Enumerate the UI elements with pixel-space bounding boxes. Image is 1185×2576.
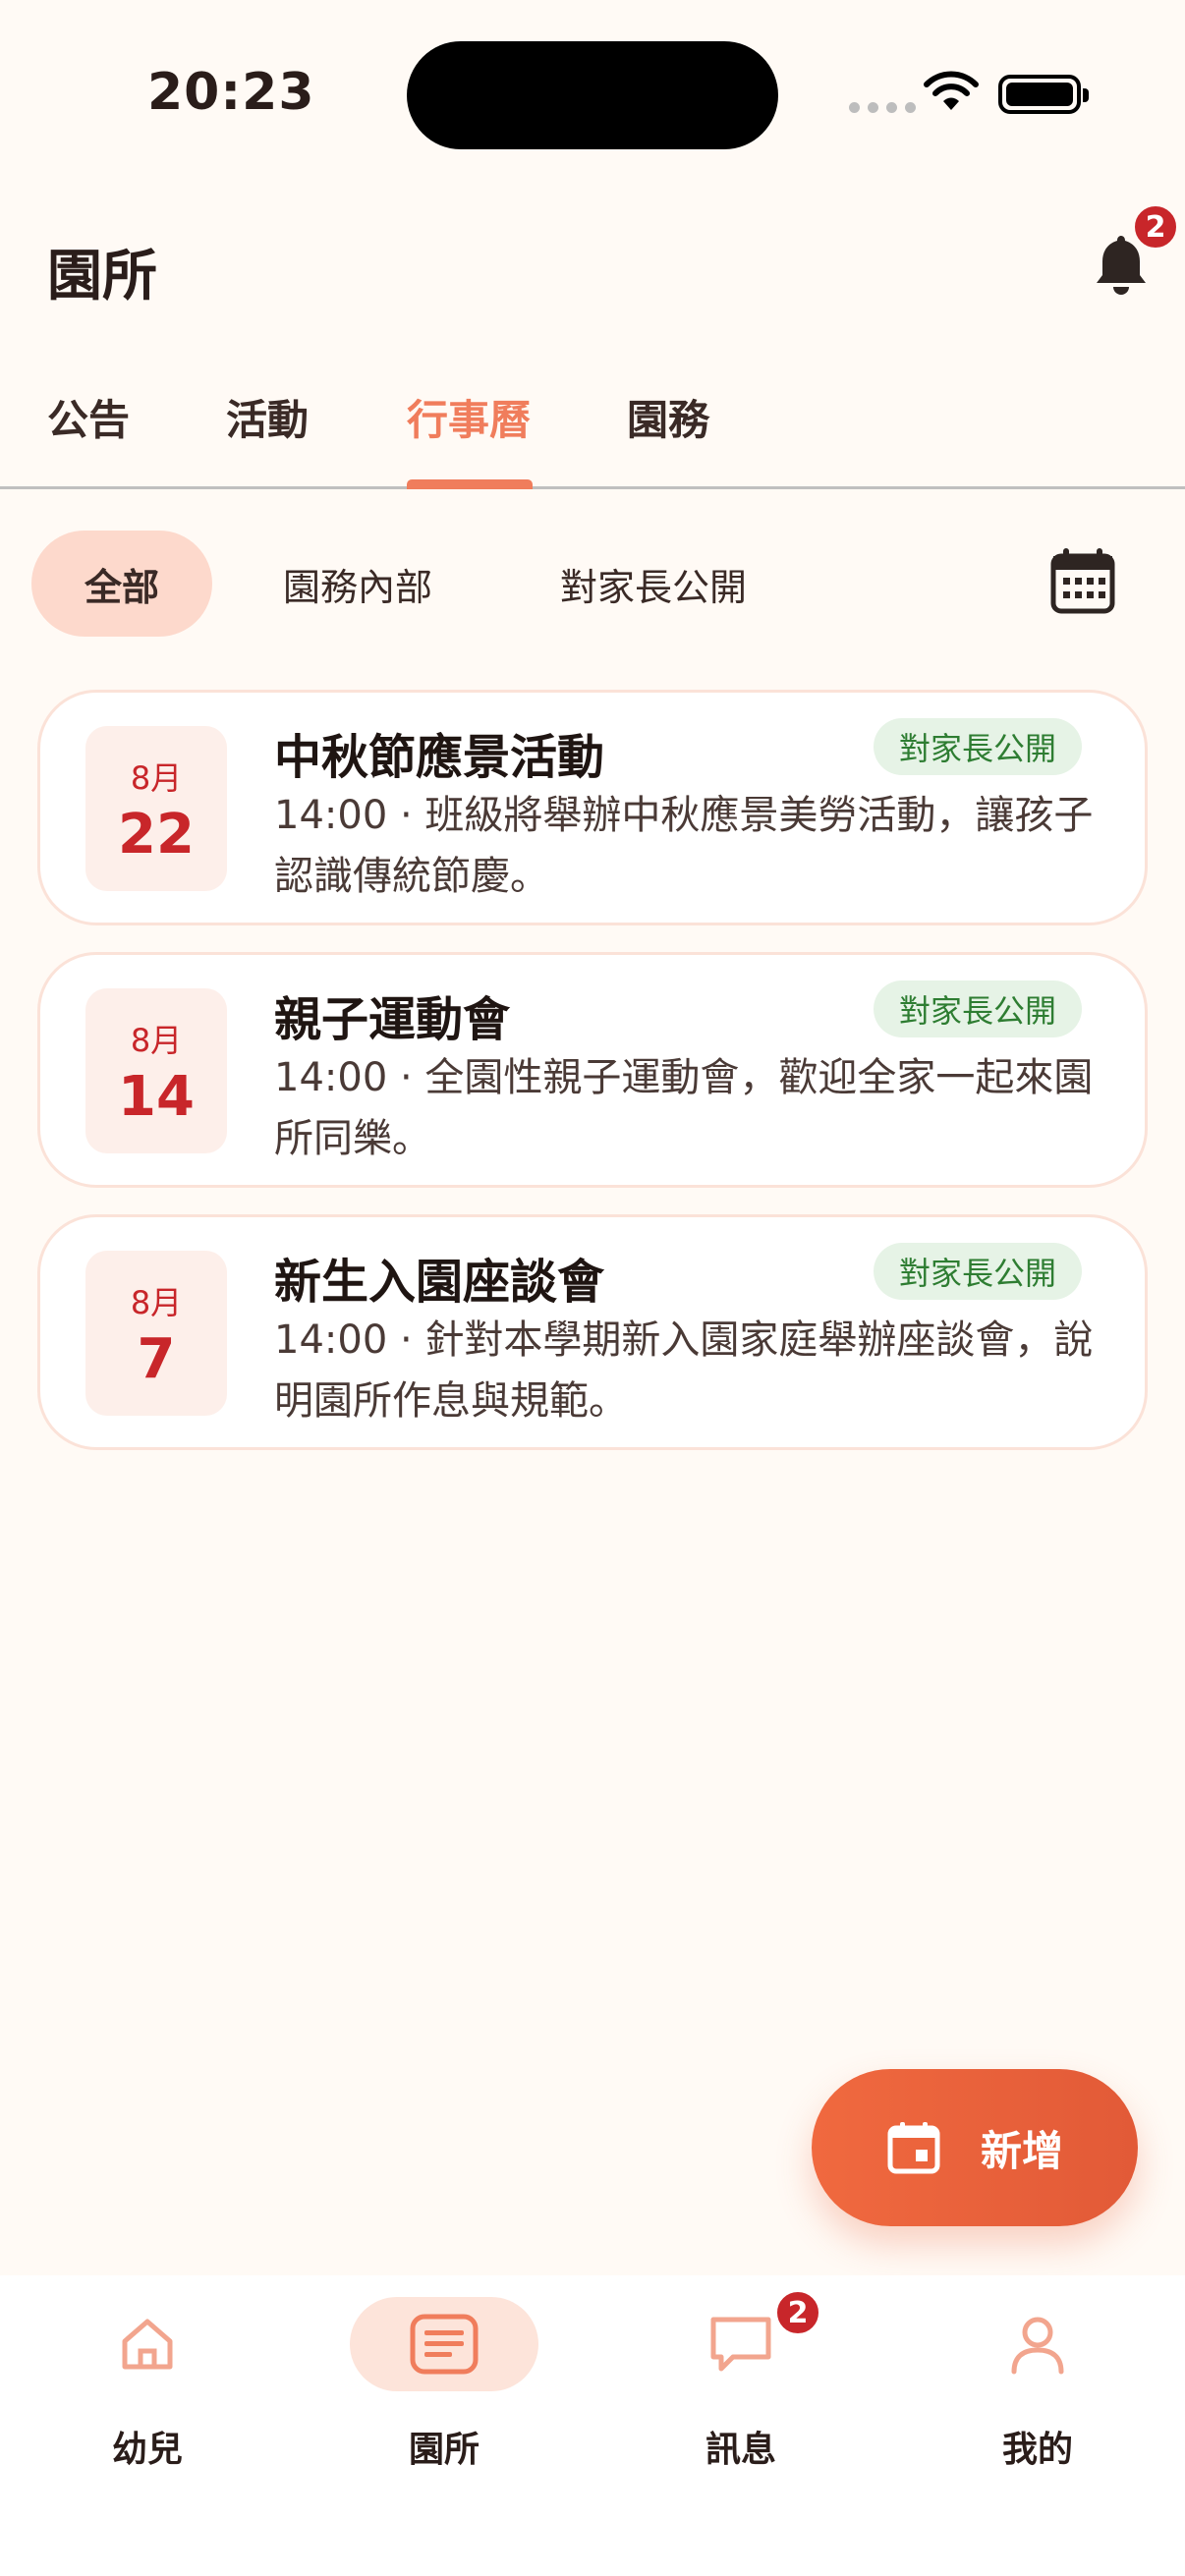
cellular-signal-icon: [849, 102, 916, 113]
event-day: 7: [137, 1327, 176, 1391]
event-date: 8月 14: [85, 988, 227, 1153]
visibility-badge: 對家長公開: [873, 980, 1082, 1037]
event-card[interactable]: 8月 7 新生入園座談會 對家長公開 14:00 · 針對本學期新入園家庭舉辦座…: [37, 1214, 1148, 1450]
event-title: 親子運動會: [274, 992, 511, 1047]
nav-item-school[interactable]: 園所: [297, 2275, 592, 2492]
event-description: 14:00 · 全園性親子運動會，歡迎全家一起來園所同樂。: [274, 1055, 1094, 1161]
nav-label: 訊息: [705, 2430, 776, 2470]
home-icon: [122, 2319, 173, 2370]
visibility-badge: 對家長公開: [873, 718, 1082, 775]
event-date: 8月 22: [85, 726, 227, 891]
nav-item-children[interactable]: 幼兒: [0, 2275, 295, 2492]
filter-chip-all[interactable]: 全部: [31, 531, 212, 637]
event-date: 8月 7: [85, 1251, 227, 1416]
nav-item-profile[interactable]: 我的: [890, 2275, 1185, 2492]
tab-bar: 公告 活動 行事曆 園務: [0, 373, 1185, 489]
tab-announcements[interactable]: 公告: [47, 387, 130, 447]
nav-label: 幼兒: [111, 2430, 183, 2470]
notification-badge: 2: [1132, 203, 1179, 251]
event-title: 新生入園座談會: [274, 1255, 605, 1310]
event-day: 22: [118, 803, 195, 867]
event-day: 14: [118, 1065, 195, 1129]
wifi-icon: [924, 71, 979, 110]
event-month: 8月: [130, 1284, 183, 1321]
tab-calendar[interactable]: 行事曆: [407, 387, 531, 447]
tab-active-indicator: [407, 479, 533, 489]
app-screen: 20:23 園所 2 公告 活動 行事曆 園務 全部 園務內部 對家長公開 8月…: [0, 0, 1185, 2576]
person-icon: [1011, 2317, 1064, 2375]
add-event-button[interactable]: 新增: [812, 2069, 1138, 2226]
filter-chip-public[interactable]: 對家長公開: [529, 531, 778, 637]
add-button-label: 新增: [980, 2126, 1063, 2175]
filter-chip-internal[interactable]: 園務內部: [244, 531, 472, 637]
event-month: 8月: [130, 1022, 183, 1059]
calendar-icon: [887, 2122, 940, 2174]
chat-icon: [710, 2317, 771, 2372]
event-description: 14:00 · 班級將舉辦中秋應景美勞活動，讓孩子認識傳統節慶。: [274, 793, 1094, 899]
messages-badge: 2: [774, 2289, 821, 2336]
visibility-badge: 對家長公開: [873, 1243, 1082, 1300]
calendar-view-icon[interactable]: [1047, 546, 1118, 617]
event-card[interactable]: 8月 14 親子運動會 對家長公開 14:00 · 全園性親子運動會，歡迎全家一…: [37, 952, 1148, 1188]
nav-item-messages[interactable]: 訊息: [593, 2275, 888, 2492]
event-title: 中秋節應景活動: [274, 730, 605, 785]
nav-label: 園所: [408, 2430, 480, 2470]
bottom-navigation: 幼兒 園所 訊息 我的: [0, 2275, 1185, 2576]
battery-icon: [998, 75, 1089, 114]
tab-school-affairs[interactable]: 園務: [627, 387, 709, 447]
document-icon: [410, 2314, 479, 2375]
dynamic-island: [407, 41, 778, 149]
event-month: 8月: [130, 759, 183, 797]
event-description: 14:00 · 針對本學期新入園家庭舉辦座談會，說明園所作息與規範。: [274, 1317, 1094, 1424]
status-time: 20:23: [147, 63, 315, 122]
page-title: 園所: [47, 245, 157, 308]
tab-activities[interactable]: 活動: [226, 387, 309, 447]
nav-label: 我的: [1001, 2430, 1073, 2470]
event-card[interactable]: 8月 22 中秋節應景活動 對家長公開 14:00 · 班級將舉辦中秋應景美勞活…: [37, 690, 1148, 925]
